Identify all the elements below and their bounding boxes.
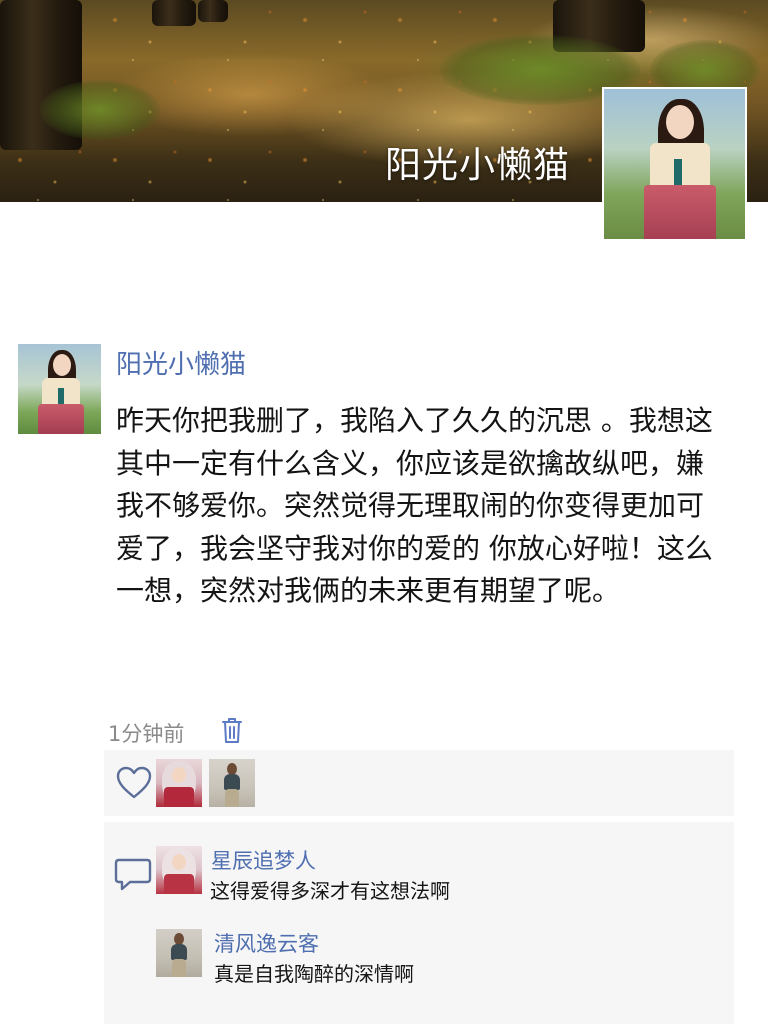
comment-text: 真是自我陶醉的深情啊 — [214, 962, 414, 986]
comment-text: 这得爱得多深才有这想法啊 — [210, 879, 450, 903]
cover-username[interactable]: 阳光小懒猫 — [385, 136, 570, 188]
comment-author-name[interactable]: 清风逸云客 — [214, 928, 319, 958]
profile-avatar[interactable] — [602, 87, 747, 241]
cover-tree-trunk — [198, 0, 228, 22]
post-author-avatar[interactable] — [18, 344, 101, 434]
cover-tree-trunk — [152, 0, 196, 26]
heart-icon[interactable] — [116, 766, 152, 800]
comment-icon[interactable] — [112, 854, 154, 894]
post-body-text: 昨天你把我删了，我陷入了久久的沉思 。我想这其中一定有什么含义，你应该是欲擒故纵… — [116, 404, 713, 607]
trash-icon[interactable] — [221, 716, 243, 744]
comment-author-avatar[interactable] — [156, 929, 202, 977]
cover-moss — [40, 80, 160, 140]
like-avatar[interactable] — [156, 759, 202, 807]
comment-author-avatar[interactable] — [156, 846, 202, 894]
comment-author-name[interactable]: 星辰追梦人 — [211, 845, 316, 875]
post-author-name[interactable]: 阳光小懒猫 — [116, 344, 246, 381]
post-timestamp: 1分钟前 — [108, 722, 185, 746]
like-avatar[interactable] — [209, 759, 255, 807]
